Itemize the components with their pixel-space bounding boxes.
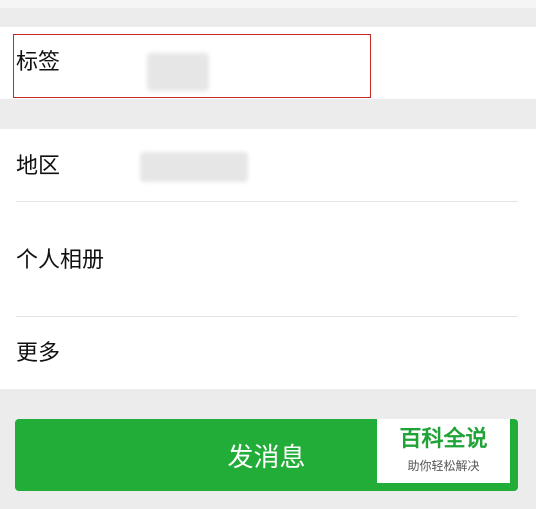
watermark-logo: 百科全说 助你轻松解决 <box>377 419 510 483</box>
region-value-redacted <box>140 152 248 182</box>
tags-highlight-box <box>13 34 371 98</box>
top-strip <box>0 0 536 8</box>
more-label: 更多 <box>16 341 61 366</box>
region-label: 地区 <box>16 154 61 179</box>
more-row[interactable]: 更多 <box>0 317 536 389</box>
info-section: 地区 个人相册 更多 <box>0 129 536 389</box>
album-row[interactable]: 个人相册 <box>0 202 536 316</box>
watermark-title: 百科全说 <box>399 427 488 453</box>
watermark-subtitle: 助你轻松解决 <box>407 458 480 473</box>
region-row[interactable]: 地区 <box>0 129 536 201</box>
album-label: 个人相册 <box>16 248 105 273</box>
send-message-label: 发消息 <box>227 442 306 473</box>
